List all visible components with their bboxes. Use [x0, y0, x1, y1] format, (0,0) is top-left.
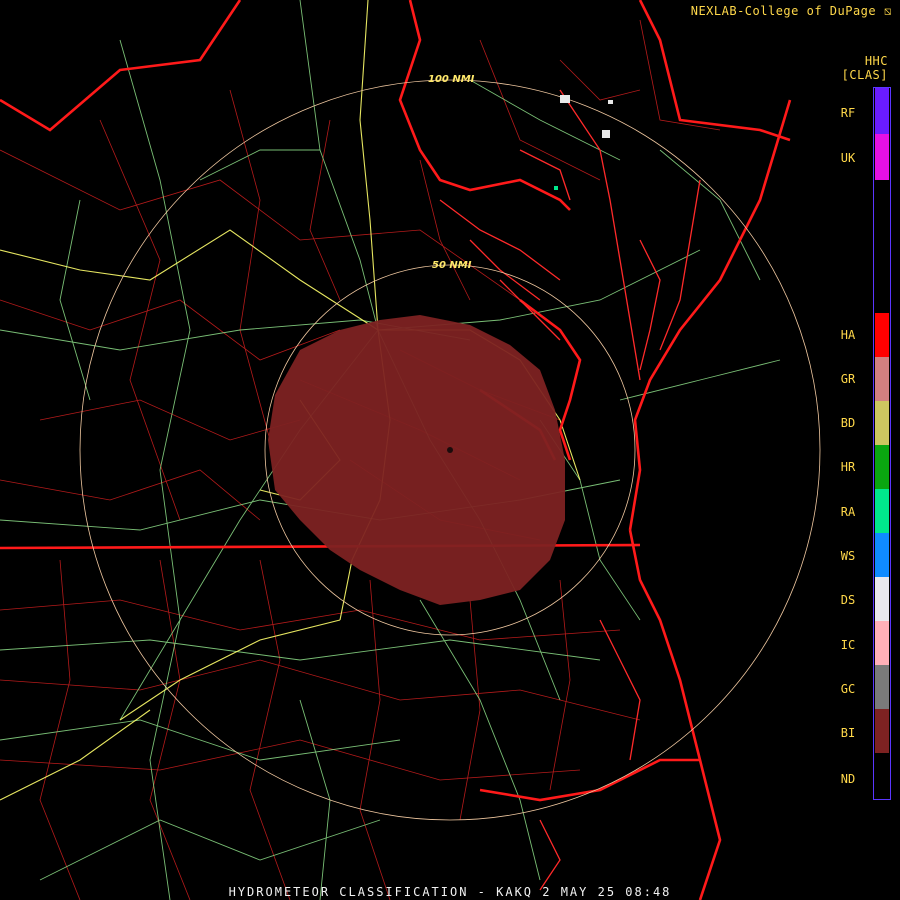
legend-label-bi: BI — [840, 726, 856, 740]
echo-speck — [447, 447, 453, 453]
product-label: HHC [CLAS] — [842, 54, 888, 82]
legend-colorbar — [873, 87, 891, 800]
ring-50nmi-label: 50 NMI — [432, 260, 472, 271]
legend-label-ha: HA — [840, 328, 856, 342]
logo-icon: ⧅ — [883, 4, 892, 18]
radar-map: 100 NMI 50 NMI — [0, 0, 900, 900]
legend-swatch-ra — [875, 489, 889, 533]
legend-swatch-bi — [875, 709, 889, 753]
legend-swatch-uk — [875, 134, 889, 180]
legend-swatch-ic — [875, 621, 889, 665]
legend-label-ra: RA — [840, 505, 856, 519]
ring-100nmi-label: 100 NMI — [428, 74, 475, 85]
legend-swatch-hr — [875, 445, 889, 489]
legend-swatch-nd — [875, 753, 889, 799]
legend-label-uk: UK — [840, 151, 856, 165]
legend-label-nd: ND — [840, 772, 856, 786]
legend-label-ds: DS — [840, 593, 856, 607]
legend-swatch-ws — [875, 533, 889, 577]
legend-swatch-bd — [875, 401, 889, 445]
legend-label-ws: WS — [840, 549, 856, 563]
credit-label: NEXLAB-College of DuPage ⧅ — [691, 4, 892, 19]
legend-swatch-rf — [875, 88, 889, 134]
legend-swatch-ha — [875, 313, 889, 357]
legend-swatch-gc — [875, 665, 889, 709]
legend-label-gr: GR — [840, 372, 856, 386]
legend-swatch-gr — [875, 357, 889, 401]
product-subtitle: [CLAS] — [841, 68, 888, 82]
legend-label-rf: RF — [840, 106, 856, 120]
credit-text: NEXLAB-College of DuPage — [690, 4, 877, 18]
product-code: HHC — [864, 54, 888, 68]
footer-caption: HYDROMETEOR CLASSIFICATION - KAKQ 2 MAY … — [228, 885, 672, 899]
legend-label-gc: GC — [840, 682, 856, 696]
legend-label-ic: IC — [840, 638, 856, 652]
legend-swatch-ds — [875, 577, 889, 621]
legend-label-bd: BD — [840, 416, 856, 430]
legend-label-hr: HR — [840, 460, 856, 474]
